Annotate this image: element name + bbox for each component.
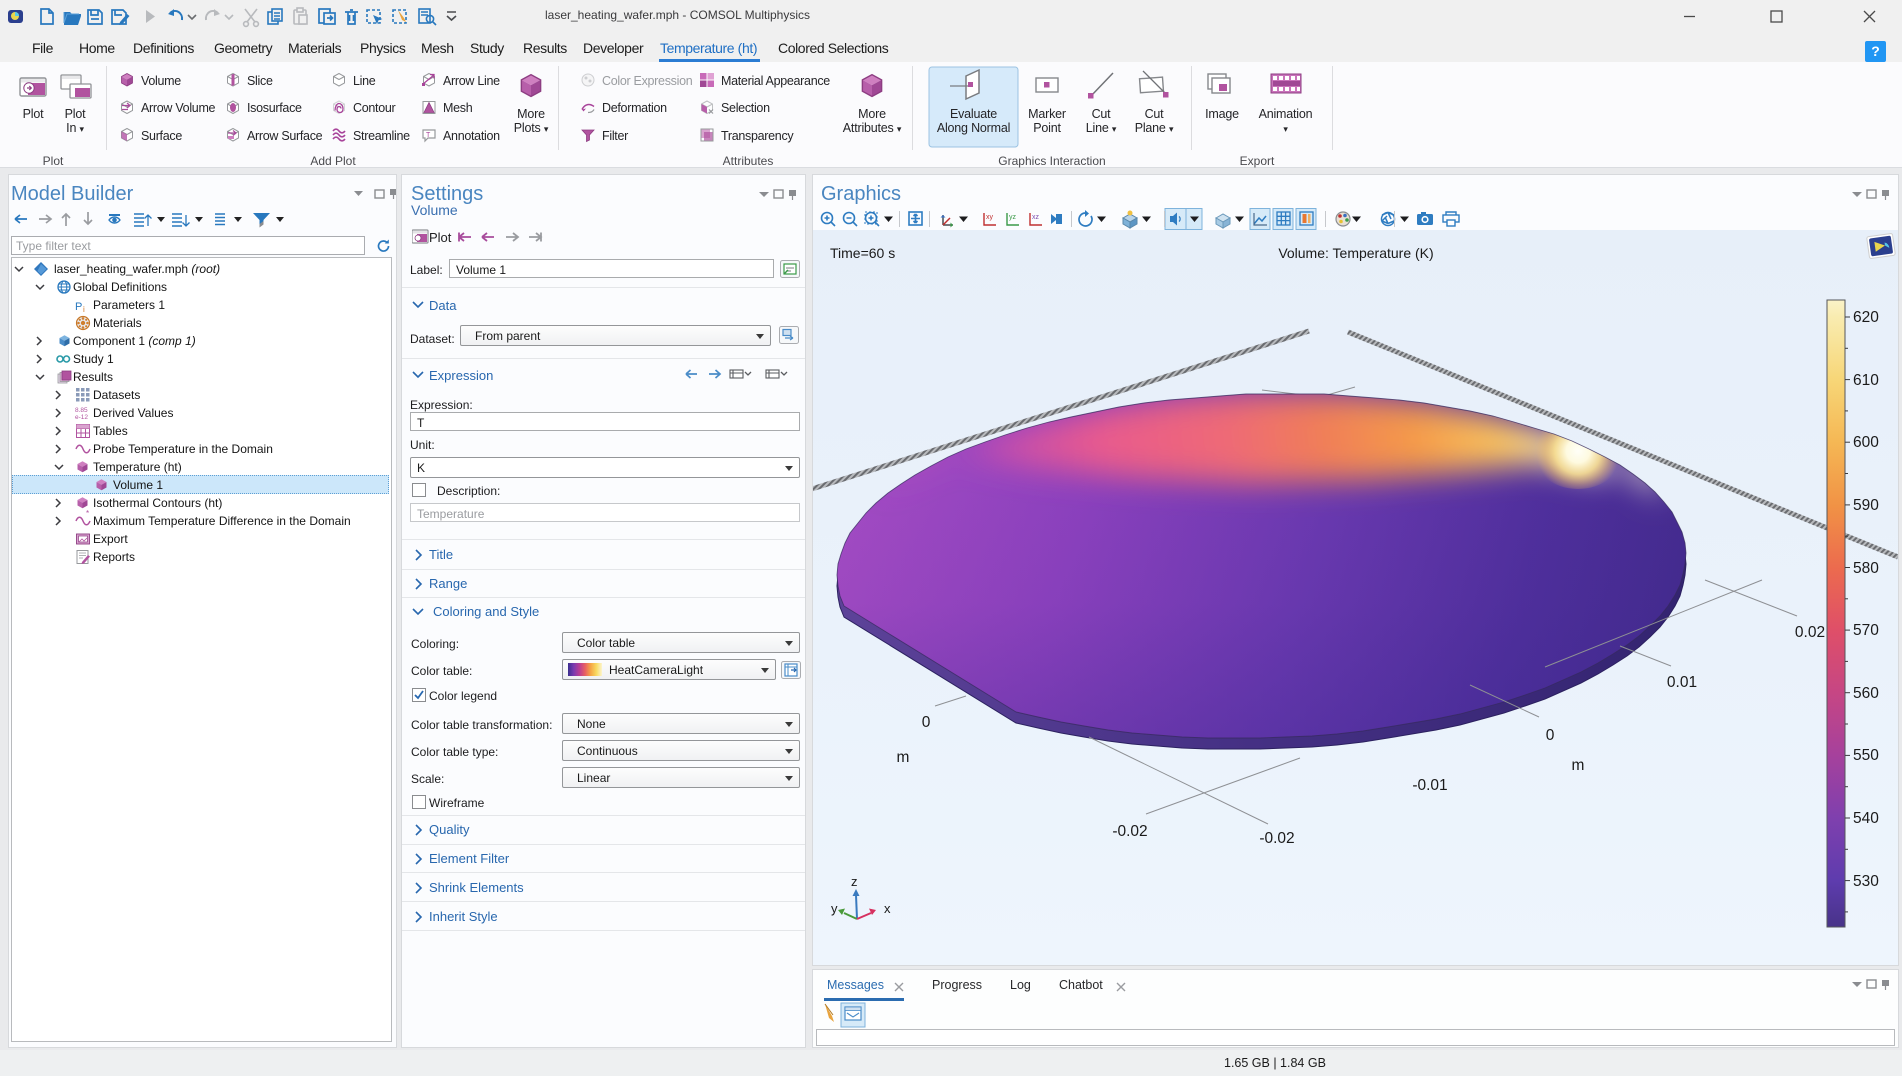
svg-text:i: i [83, 305, 85, 314]
svg-text:xz: xz [1032, 214, 1040, 221]
svg-text:yz: yz [1009, 214, 1017, 221]
svg-text:Volume: Temperature (K): Volume: Temperature (K) [1278, 245, 1433, 261]
svg-text:0: 0 [922, 714, 931, 731]
svg-text:*: * [86, 509, 89, 518]
svg-text:0: 0 [1546, 727, 1555, 744]
svg-text:600: 600 [1853, 434, 1879, 451]
svg-text:580: 580 [1853, 560, 1879, 577]
svg-text:0.01: 0.01 [1667, 674, 1697, 691]
svg-text:xy: xy [986, 214, 994, 221]
svg-text:540: 540 [1853, 810, 1879, 827]
svg-text:8.85: 8.85 [75, 407, 88, 414]
svg-text:-0.02: -0.02 [1112, 823, 1147, 840]
svg-text:-0.01: -0.01 [1412, 777, 1447, 794]
svg-text:Time=60 s: Time=60 s [830, 245, 895, 261]
svg-text:m: m [1572, 757, 1585, 774]
svg-text:x: x [884, 901, 891, 916]
svg-text:e-12: e-12 [75, 414, 88, 421]
svg-text:550: 550 [1853, 747, 1879, 764]
svg-text:z: z [851, 874, 858, 889]
svg-text:-0.02: -0.02 [1259, 830, 1294, 847]
svg-text:T: T [426, 132, 431, 139]
svg-text:610: 610 [1853, 372, 1879, 389]
svg-text:560: 560 [1853, 685, 1879, 702]
svg-text:590: 590 [1853, 497, 1879, 514]
svg-text:0.02: 0.02 [1795, 624, 1825, 641]
svg-text:570: 570 [1853, 622, 1879, 639]
svg-text:m: m [897, 749, 910, 766]
svg-text:530: 530 [1853, 873, 1879, 890]
svg-text:620: 620 [1853, 309, 1879, 326]
svg-text:y: y [831, 901, 838, 916]
svg-text:P: P [75, 301, 82, 313]
